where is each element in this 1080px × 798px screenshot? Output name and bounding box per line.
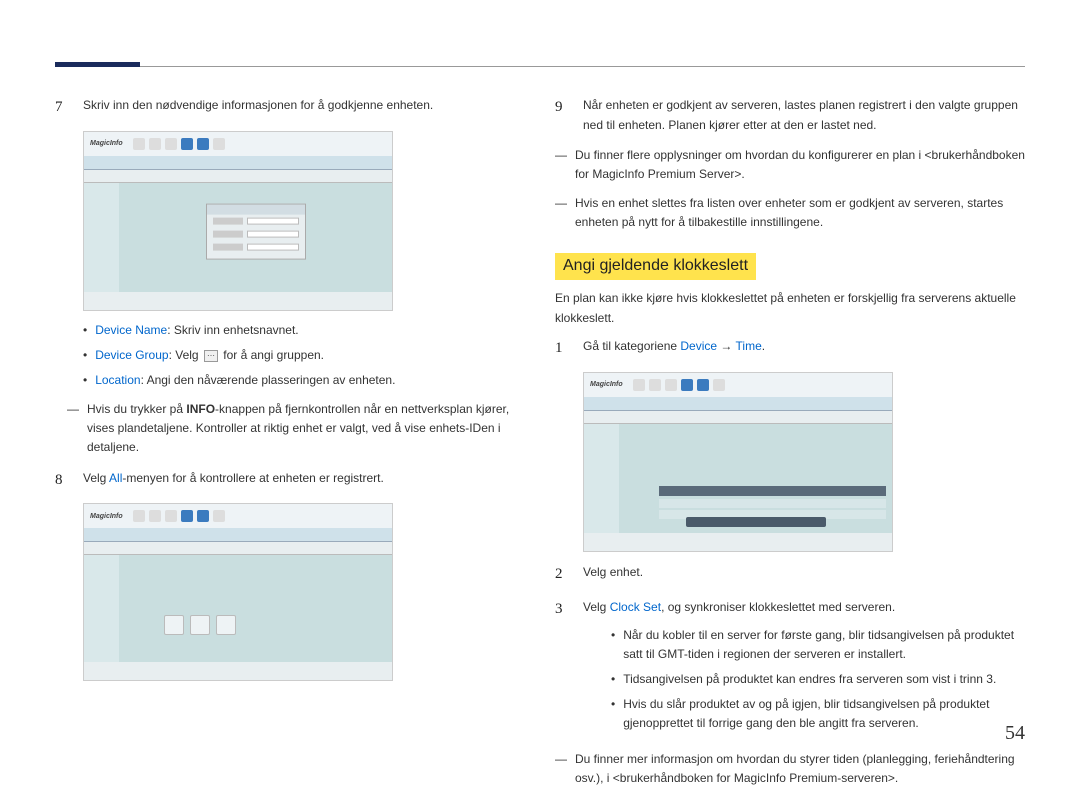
nav-icon [197,138,209,150]
bullet-icon [611,695,615,733]
bullet-restore-time: Hvis du slår produktet av og på igjen, b… [611,695,1025,733]
step-9: 9 Når enheten er godkjent av serveren, l… [555,95,1025,136]
step-number: 1 [555,336,569,362]
nav-icon [165,510,177,522]
section-description: En plan kan ikke kjøre hvis klokkeslette… [555,288,1025,329]
section-title: Angi gjeldende klokkeslett [555,253,756,280]
thumb-logo: MagicInfo [590,381,623,388]
step-number: 3 [555,597,569,739]
keyword: Device Group [95,348,168,362]
nav-icon [213,510,225,522]
step-number: 8 [55,468,69,494]
step-8: 8 Velg All-menyen for å kontrollere at e… [55,468,525,494]
screenshot-device-time: MagicInfo [583,372,893,552]
device-tile-icon [216,615,236,635]
right-column: 9 Når enheten er godkjent av serveren, l… [555,95,1025,798]
nav-icon [697,379,709,391]
ellipsis-icon [204,350,218,362]
nav-icon [181,138,193,150]
bullet-icon [611,626,615,664]
note-device-delete: ― Hvis en enhet slettes fra listen over … [555,194,1025,232]
nav-icon [713,379,725,391]
nav-icon [133,138,145,150]
step-number: 2 [555,562,569,588]
step-1: 1 Gå til kategoriene Device → Time. [555,336,1025,362]
nav-icon [149,138,161,150]
bullet-icon [83,321,87,340]
step-number: 7 [55,95,69,121]
step-3: 3 Velg Clock Set, og synkroniser klokkes… [555,597,1025,739]
thumb-logo: MagicInfo [90,140,123,147]
page-number: 54 [1005,722,1025,745]
left-column: 7 Skriv inn den nødvendige informasjonen… [55,95,525,798]
device-tile-icon [164,615,184,635]
note-info-button: ― Hvis du trykker på INFO-knappen på fje… [67,400,525,458]
nav-icon [197,510,209,522]
approve-modal [206,204,306,260]
nav-icon [213,138,225,150]
bullet-device-group: Device Group: Velg for å angi gruppen. [83,346,525,365]
bullet-device-name: Device Name: Skriv inn enhetsnavnet. [83,321,525,340]
step-text: Skriv inn den nødvendige informasjonen f… [83,95,525,121]
screenshot-all-menu: MagicInfo [83,503,393,681]
step-number: 9 [555,95,569,136]
keyword: Location [95,373,140,387]
thumb-logo: MagicInfo [90,513,123,520]
bullet-icon [611,670,615,689]
nav-icon [681,379,693,391]
bullet-icon [83,346,87,365]
note-manual-ref: ― Du finner flere opplysninger om hvorda… [555,146,1025,184]
nav-icon [165,138,177,150]
step-7: 7 Skriv inn den nødvendige informasjonen… [55,95,525,121]
nav-icon [181,510,193,522]
header-divider [55,66,1025,67]
nav-icon [133,510,145,522]
nav-icon [649,379,661,391]
nav-icon [149,510,161,522]
bullet-location: Location: Angi den nåværende plasseringe… [83,371,525,390]
step-text: Når enheten er godkjent av serveren, las… [583,95,1025,136]
bullet-gmt: Når du kobler til en server for første g… [611,626,1025,664]
nav-icon [665,379,677,391]
keyword: Device Name [95,323,167,337]
nav-icon [633,379,645,391]
note-time-management: ― Du finner mer informasjon om hvordan d… [555,750,1025,788]
bullet-icon [83,371,87,390]
device-tile-icon [190,615,210,635]
header-accent [55,62,140,67]
step-2: 2 Velg enhet. [555,562,1025,588]
bullet-change-time: Tidsangivelsen på produktet kan endres f… [611,670,1025,689]
screenshot-approve-device: MagicInfo [83,131,393,311]
step-text: Velg enhet. [583,562,1025,588]
